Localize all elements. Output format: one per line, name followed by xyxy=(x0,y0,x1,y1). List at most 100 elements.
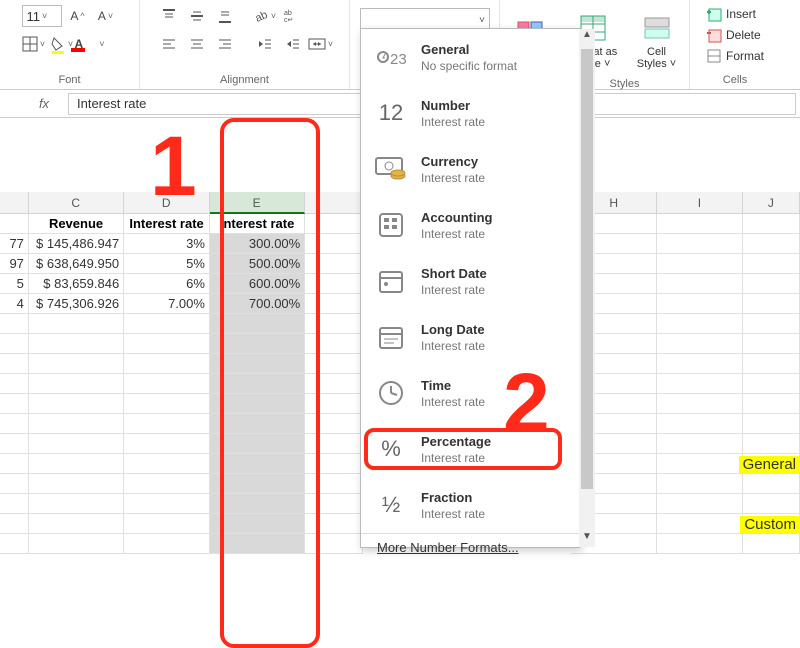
format-option-subtitle: No specific format xyxy=(421,59,517,73)
currency-icon xyxy=(373,151,409,187)
longdate-icon xyxy=(373,319,409,355)
format-option-currency[interactable]: Currency Interest rate xyxy=(361,141,579,197)
svg-text:ab: ab xyxy=(253,9,269,25)
align-left-icon[interactable] xyxy=(157,32,181,56)
fill-color-icon[interactable]: ˅ xyxy=(50,32,74,56)
svg-text:23: 23 xyxy=(390,51,407,68)
cell-revenue[interactable]: $ 145,486.947 xyxy=(29,234,124,254)
colhead-c[interactable]: C xyxy=(29,192,124,214)
font-color-icon[interactable]: A˅ xyxy=(78,32,102,56)
time-icon xyxy=(373,375,409,411)
sticky-general: General xyxy=(739,456,800,473)
scroll-down-icon[interactable]: ▼ xyxy=(579,531,595,547)
number-icon: 12 xyxy=(373,95,409,131)
cell-revenue[interactable]: $ 745,306.926 xyxy=(29,294,124,314)
accounting-icon xyxy=(373,207,409,243)
hdr-rate-d[interactable]: Interest rate xyxy=(124,214,210,234)
alignment-group-label: Alignment xyxy=(220,74,269,89)
format-option-subtitle: Interest rate xyxy=(421,115,485,129)
cells-group: Insert Delete Format Cells xyxy=(690,0,780,89)
dropdown-scrollbar[interactable]: ▲ ▼ xyxy=(579,29,595,547)
cells-group-label: Cells xyxy=(723,74,747,89)
font-group-label: Font xyxy=(58,74,80,89)
format-option-percentage[interactable]: % Percentage Interest rate xyxy=(361,421,579,477)
format-option-title: Time xyxy=(421,378,485,393)
format-option-subtitle: Interest rate xyxy=(421,451,491,465)
scroll-up-icon[interactable]: ▲ xyxy=(579,29,595,45)
orientation-icon[interactable]: ab˅ xyxy=(253,4,277,28)
cell-rate-e[interactable]: 300.00% xyxy=(210,234,305,254)
cell-revenue[interactable]: $ 638,649.950 xyxy=(29,254,124,274)
colhead-blank[interactable] xyxy=(0,192,29,214)
svg-text:c↵: c↵ xyxy=(284,17,293,24)
align-middle-icon[interactable] xyxy=(185,4,209,28)
cell-styles-button[interactable]: Cell Styles ˅ xyxy=(627,4,687,78)
colhead-i[interactable]: I xyxy=(657,192,743,214)
cell-rate-d[interactable]: 7.00% xyxy=(124,294,210,314)
colhead-e[interactable]: E xyxy=(210,192,305,214)
format-option-title: Fraction xyxy=(421,490,485,505)
format-option-title: Number xyxy=(421,98,485,113)
merge-center-icon[interactable]: ˅ xyxy=(309,32,333,56)
insert-button[interactable]: Insert xyxy=(706,4,764,24)
fx-icon[interactable]: fx xyxy=(24,96,64,111)
increase-indent-icon[interactable] xyxy=(281,32,305,56)
sticky-custom: Custom xyxy=(740,516,800,533)
delete-button[interactable]: Delete xyxy=(706,25,764,45)
format-button[interactable]: Format xyxy=(706,46,764,66)
format-option-title: Percentage xyxy=(421,434,491,449)
format-option-title: General xyxy=(421,42,517,57)
format-option-short-date[interactable]: Short Date Interest rate xyxy=(361,253,579,309)
format-option-title: Short Date xyxy=(421,266,487,281)
cell-rate-e[interactable]: 700.00% xyxy=(210,294,305,314)
font-size-combo[interactable]: 11 ˅ xyxy=(22,5,62,27)
format-option-subtitle: Interest rate xyxy=(421,339,485,353)
svg-text:ab: ab xyxy=(284,10,292,17)
format-option-title: Accounting xyxy=(421,210,493,225)
colhead-gap xyxy=(305,192,362,214)
align-top-icon[interactable] xyxy=(157,4,181,28)
format-option-long-date[interactable]: Long Date Interest rate xyxy=(361,309,579,365)
format-option-subtitle: Interest rate xyxy=(421,395,485,409)
cell-rate-d[interactable]: 3% xyxy=(124,234,210,254)
format-option-fraction[interactable]: ½ Fraction Interest rate xyxy=(361,477,579,533)
alignment-group: ab˅ abc↵ ˅ Alignment xyxy=(140,0,350,89)
cell-rate-e[interactable]: 600.00% xyxy=(210,274,305,294)
more-number-formats[interactable]: More Number Formats... xyxy=(361,533,579,561)
hdr-rate-e[interactable]: Interest rate xyxy=(210,214,305,234)
cell-rate-d[interactable]: 6% xyxy=(124,274,210,294)
font-size-value: 11 xyxy=(27,9,41,24)
format-option-subtitle: Interest rate xyxy=(421,171,485,185)
cell-rate-e[interactable]: 500.00% xyxy=(210,254,305,274)
decrease-font-icon[interactable]: A˅ xyxy=(94,4,118,28)
font-group: 11 ˅ A^ A˅ ˅ ˅ A˅ Font xyxy=(0,0,140,89)
borders-icon[interactable]: ˅ xyxy=(22,32,46,56)
format-option-accounting[interactable]: Accounting Interest rate xyxy=(361,197,579,253)
format-option-title: Long Date xyxy=(421,322,485,337)
format-option-subtitle: Interest rate xyxy=(421,283,487,297)
hdr-revenue[interactable]: Revenue xyxy=(29,214,124,234)
percentage-icon: % xyxy=(373,431,409,467)
general-icon: 23 xyxy=(373,39,409,75)
shortdate-icon xyxy=(373,263,409,299)
wrap-text-icon[interactable]: abc↵ xyxy=(281,4,305,28)
colhead-d[interactable]: D xyxy=(124,192,210,214)
styles-group-label: Styles xyxy=(610,78,640,93)
format-option-number[interactable]: 12 Number Interest rate xyxy=(361,85,579,141)
align-right-icon[interactable] xyxy=(213,32,237,56)
format-option-time[interactable]: Time Interest rate xyxy=(361,365,579,421)
colhead-j[interactable]: J xyxy=(743,192,800,214)
decrease-indent-icon[interactable] xyxy=(253,32,277,56)
align-center-icon[interactable] xyxy=(185,32,209,56)
scroll-thumb[interactable] xyxy=(581,49,593,489)
cell-revenue[interactable]: $ 83,659.846 xyxy=(29,274,124,294)
format-option-subtitle: Interest rate xyxy=(421,227,493,241)
format-option-subtitle: Interest rate xyxy=(421,507,485,521)
format-option-title: Currency xyxy=(421,154,485,169)
format-option-general[interactable]: 23 General No specific format xyxy=(361,29,579,85)
increase-font-icon[interactable]: A^ xyxy=(66,4,90,28)
align-bottom-icon[interactable] xyxy=(213,4,237,28)
number-format-dropdown: 23 General No specific format 12 Number Inter… xyxy=(360,28,580,548)
cell-rate-d[interactable]: 5% xyxy=(124,254,210,274)
fraction-icon: ½ xyxy=(373,487,409,523)
